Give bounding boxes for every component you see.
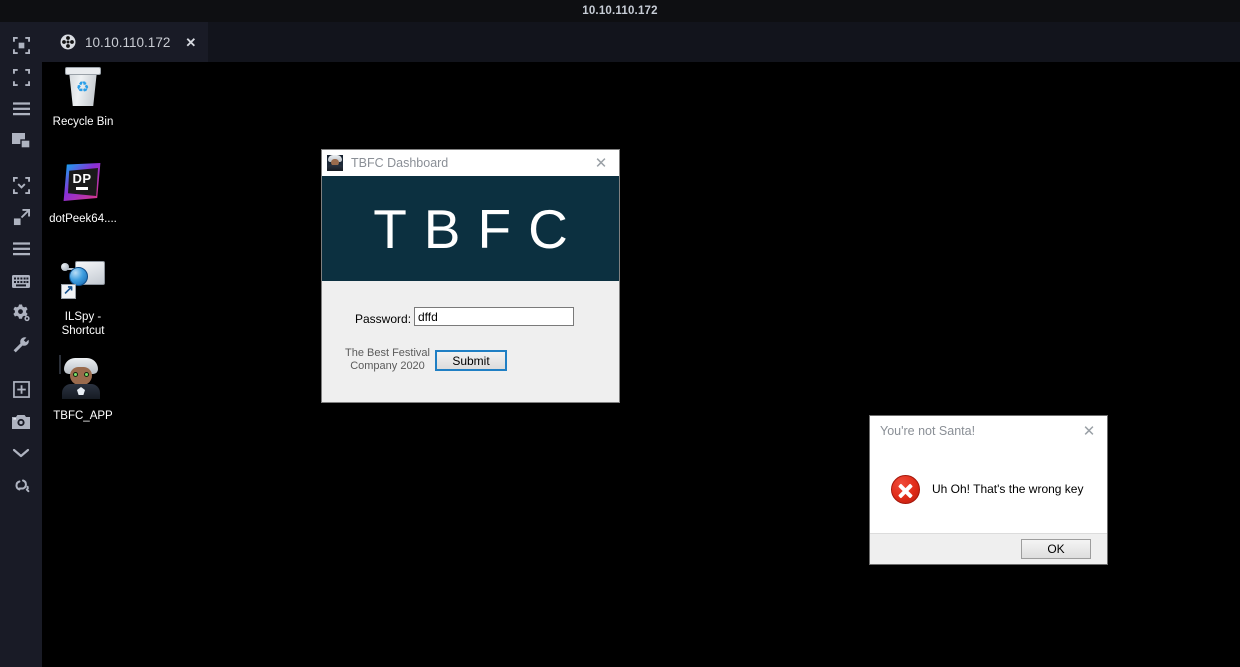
link-broken-icon bbox=[12, 476, 30, 494]
target-crosshair-icon bbox=[60, 34, 76, 50]
multi-monitor-icon bbox=[12, 133, 30, 149]
sidebar-item-settings[interactable] bbox=[6, 298, 36, 328]
desktop-icon-label: TBFC_APP bbox=[53, 410, 113, 422]
password-input[interactable] bbox=[414, 307, 574, 326]
desktop-icon-dotpeek[interactable]: DP dotPeek64.... bbox=[44, 159, 122, 226]
sidebar-item-disconnect[interactable] bbox=[6, 470, 36, 500]
fullscreen-icon bbox=[12, 68, 30, 86]
company-footer-line2: Company 2020 bbox=[350, 360, 425, 372]
tbfc-app-icon bbox=[59, 355, 107, 404]
tool-sidebar bbox=[0, 22, 42, 667]
sidebar-item-more[interactable] bbox=[6, 438, 36, 468]
expand-icon bbox=[13, 208, 30, 226]
error-dialog-footer: OK bbox=[870, 533, 1107, 564]
tbfc-dashboard-window[interactable]: TBFC Dashboard ✕ TBFC Password: The Best… bbox=[321, 149, 620, 403]
window-title: TBFC Dashboard bbox=[351, 155, 449, 170]
submit-button[interactable]: Submit bbox=[435, 350, 507, 371]
sidebar-item-fit-to-window[interactable] bbox=[6, 30, 36, 60]
company-footer: The Best Festival Company 2020 bbox=[335, 347, 440, 373]
error-dialog-title: You're not Santa! bbox=[880, 424, 976, 438]
desktop-icon-tbfc-app[interactable]: TBFC_APP bbox=[44, 355, 122, 423]
window-titlebar[interactable]: TBFC Dashboard ✕ bbox=[322, 150, 619, 176]
sidebar-item-displays[interactable] bbox=[6, 126, 36, 156]
recycle-bin-icon: ♻ bbox=[59, 62, 107, 110]
sidebar-item-tools[interactable] bbox=[6, 330, 36, 360]
settings-gear-icon bbox=[12, 304, 30, 322]
desktop-icon-label: dotPeek64.... bbox=[49, 213, 117, 225]
tbfc-banner: TBFC bbox=[322, 176, 619, 281]
wrench-icon bbox=[12, 336, 30, 354]
sidebar-item-scale-to-fit[interactable] bbox=[6, 170, 36, 200]
sidebar-item-expand[interactable] bbox=[6, 202, 36, 232]
dotpeek-icon: DP bbox=[59, 159, 107, 207]
top-status-bar: 10.10.110.172 bbox=[0, 0, 1240, 22]
scale-to-fit-icon bbox=[12, 176, 30, 194]
tab-label: 10.10.110.172 bbox=[85, 34, 171, 50]
ilspy-shortcut-icon bbox=[59, 257, 107, 305]
connection-host-title: 10.10.110.172 bbox=[582, 5, 658, 17]
error-message: Uh Oh! That's the wrong key bbox=[932, 482, 1084, 496]
close-icon[interactable]: ✕ bbox=[1071, 418, 1107, 444]
fit-to-window-icon bbox=[12, 36, 30, 54]
desktop-icon-recycle-bin[interactable]: ♻ Recycle Bin bbox=[44, 62, 122, 129]
error-x-icon bbox=[891, 475, 920, 504]
ok-button[interactable]: OK bbox=[1021, 539, 1091, 559]
error-dialog-titlebar[interactable]: You're not Santa! ✕ bbox=[870, 416, 1107, 446]
menu-icon bbox=[12, 102, 30, 116]
company-footer-line1: The Best Festival bbox=[345, 347, 430, 359]
desktop-icon-label: Recycle Bin bbox=[52, 116, 114, 128]
sidebar-item-screenshot[interactable] bbox=[6, 406, 36, 436]
sidebar-item-add-panel[interactable] bbox=[6, 374, 36, 404]
error-dialog-body: Uh Oh! That's the wrong key bbox=[870, 446, 1107, 533]
close-icon[interactable]: ✕ bbox=[583, 150, 619, 176]
tbfc-form: Password: The Best Festival Company 2020… bbox=[322, 281, 619, 402]
chevron-down-icon bbox=[12, 447, 30, 459]
tab-connection[interactable]: 10.10.110.172 ✕ bbox=[42, 22, 209, 62]
tbfc-app-icon bbox=[327, 154, 343, 171]
camera-icon bbox=[12, 414, 30, 429]
sidebar-item-keyboard[interactable] bbox=[6, 266, 36, 296]
list-icon bbox=[12, 242, 30, 256]
error-dialog[interactable]: You're not Santa! ✕ Uh Oh! That's the wr… bbox=[869, 415, 1108, 565]
keyboard-icon bbox=[12, 274, 30, 288]
desktop-icon-ilspy[interactable]: ILSpy - Shortcut bbox=[44, 257, 122, 338]
close-icon[interactable]: ✕ bbox=[185, 36, 196, 49]
tbfc-banner-text: TBFC bbox=[373, 197, 585, 260]
remote-desktop-surface[interactable]: ♻ Recycle Bin DP dotPeek64.... ↗ ILSpy -… bbox=[42, 62, 1240, 667]
sidebar-item-list[interactable] bbox=[6, 234, 36, 264]
sidebar-item-fullscreen[interactable] bbox=[6, 62, 36, 92]
sidebar-item-menu[interactable] bbox=[6, 94, 36, 124]
password-label: Password: bbox=[355, 312, 412, 326]
tab-bar: 10.10.110.172 ✕ bbox=[0, 22, 1240, 81]
screen: 10.10.110.172 10.10.110.172 ✕ ♻ Recycle … bbox=[0, 0, 1240, 667]
add-panel-icon bbox=[12, 380, 30, 398]
desktop-icon-label: ILSpy - Shortcut bbox=[61, 311, 105, 337]
